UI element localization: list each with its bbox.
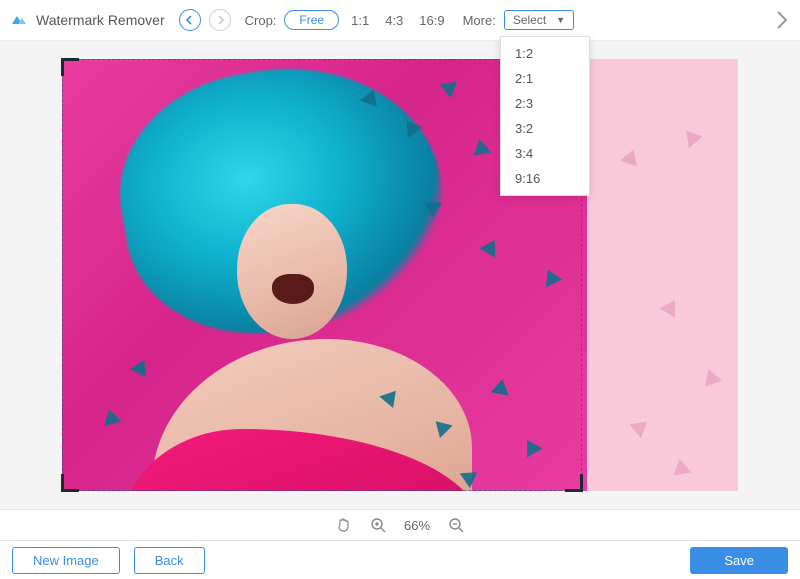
crop-free-button[interactable]: Free: [284, 10, 339, 30]
top-toolbar: Watermark Remover Crop: Free 1:1 4:3 16:…: [0, 0, 800, 40]
crop-ratio-4-3[interactable]: 4:3: [381, 13, 407, 28]
crop-label: Crop:: [245, 13, 277, 28]
ratio-option-3-4[interactable]: 3:4: [501, 141, 589, 166]
caret-down-icon: ▼: [556, 15, 565, 25]
zoom-in-icon[interactable]: [370, 517, 386, 533]
zoom-level: 66%: [404, 518, 430, 533]
ratio-option-9-16[interactable]: 9:16: [501, 166, 589, 191]
ratio-option-1-2[interactable]: 1:2: [501, 41, 589, 66]
redo-button: [209, 9, 231, 31]
app-logo-icon: [10, 11, 28, 29]
select-label: Select: [513, 13, 546, 27]
crop-ratio-1-1[interactable]: 1:1: [347, 13, 373, 28]
zoom-out-icon[interactable]: [448, 517, 464, 533]
ratio-option-3-2[interactable]: 3:2: [501, 116, 589, 141]
save-button[interactable]: Save: [690, 547, 788, 574]
zoom-bar: 66%: [0, 509, 800, 541]
crop-ratio-16-9[interactable]: 16:9: [415, 13, 448, 28]
canvas-area: [0, 40, 800, 509]
new-image-button[interactable]: New Image: [12, 547, 120, 574]
back-button[interactable]: Back: [134, 547, 205, 574]
undo-button[interactable]: [179, 9, 201, 31]
pan-hand-icon[interactable]: [336, 517, 352, 533]
image-canvas[interactable]: [62, 59, 738, 491]
forward-button[interactable]: [772, 8, 792, 32]
more-label: More:: [463, 13, 496, 28]
bottom-bar: New Image Back Save: [0, 541, 800, 579]
ratio-option-2-1[interactable]: 2:1: [501, 66, 589, 91]
app-title: Watermark Remover: [36, 12, 165, 28]
ratio-dropdown-menu: 1:2 2:1 2:3 3:2 3:4 9:16: [500, 36, 590, 196]
ratio-option-2-3[interactable]: 2:3: [501, 91, 589, 116]
more-select-dropdown[interactable]: Select ▼: [504, 10, 574, 30]
